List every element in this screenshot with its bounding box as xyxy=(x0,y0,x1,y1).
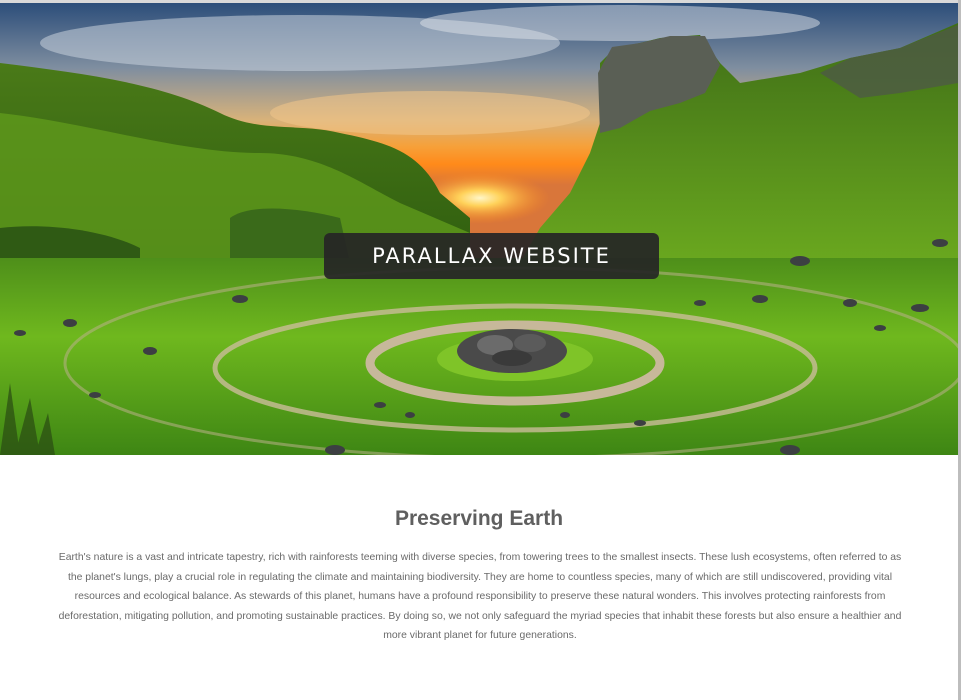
content-section: Preserving Earth Earth's nature is a vas… xyxy=(0,455,958,700)
hero-section: PARALLAX WEBSITE xyxy=(0,3,958,455)
hero-title: PARALLAX WEBSITE xyxy=(324,233,659,279)
page: PARALLAX WEBSITE Preserving Earth Earth'… xyxy=(0,3,958,700)
hero-background-image xyxy=(0,3,958,455)
section-body-text: Earth's nature is a vast and intricate t… xyxy=(58,552,902,641)
section-heading: Preserving Earth xyxy=(394,507,564,530)
